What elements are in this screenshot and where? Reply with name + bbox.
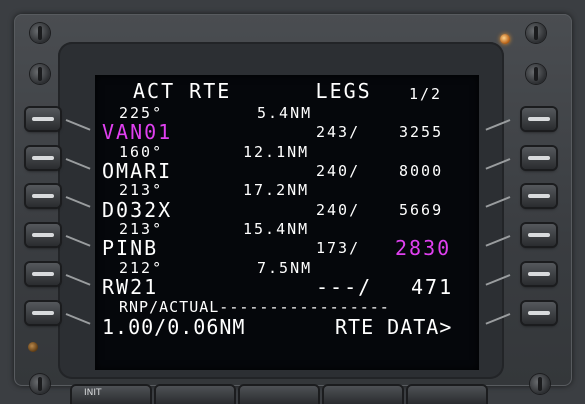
leg-2-altitude[interactable]: 8000 xyxy=(399,162,443,180)
screw-icon xyxy=(30,374,50,394)
screw-icon xyxy=(30,23,50,43)
leg-3-speed[interactable]: 240/ xyxy=(316,201,360,219)
leg-5-altitude[interactable]: 471 xyxy=(411,275,453,299)
lsk-6r-button[interactable] xyxy=(522,302,556,324)
lsk-5l-button[interactable] xyxy=(26,263,60,285)
leg-1-distance: 5.4NM xyxy=(257,104,313,122)
leg-2-speed[interactable]: 240/ xyxy=(316,162,360,180)
screw-icon xyxy=(526,23,546,43)
leg-3-course: 213° xyxy=(119,181,164,199)
annunciator-lamp-icon xyxy=(28,342,38,352)
leg-3-waypoint[interactable]: D032X xyxy=(102,198,172,222)
page-title: ACT RTE LEGS xyxy=(133,79,372,103)
leg-1-waypoint[interactable]: VAN01 xyxy=(102,120,172,144)
leg-4-distance: 15.4NM xyxy=(243,220,310,238)
lsk-5r-button[interactable] xyxy=(522,263,556,285)
leg-5-distance: 7.5NM xyxy=(257,259,313,277)
page-number: 1/2 xyxy=(409,85,443,103)
lsk-1r-button[interactable] xyxy=(522,108,556,130)
lsk-6l-button[interactable] xyxy=(26,302,60,324)
leg-1-altitude[interactable]: 3255 xyxy=(399,123,443,141)
lsk-3r-button[interactable] xyxy=(522,185,556,207)
function-key-button[interactable] xyxy=(324,386,402,404)
lsk-2l-button[interactable] xyxy=(26,147,60,169)
leg-2-waypoint[interactable]: OMARI xyxy=(102,159,172,183)
rnp-actual-label: RNP/ACTUAL----------------- xyxy=(119,298,390,316)
function-key-button[interactable] xyxy=(240,386,318,404)
leg-4-speed[interactable]: 173/ xyxy=(316,239,360,257)
leg-4-waypoint[interactable]: PINB xyxy=(102,236,158,260)
leg-5-speed[interactable]: ---/ xyxy=(316,275,372,299)
screw-icon xyxy=(530,374,550,394)
init-ref-key-label: INIT xyxy=(84,388,102,398)
lsk-4l-button[interactable] xyxy=(26,224,60,246)
lsk-3l-button[interactable] xyxy=(26,185,60,207)
leg-5-waypoint[interactable]: RW21 xyxy=(102,275,158,299)
leg-1-speed[interactable]: 243/ xyxy=(316,123,360,141)
screw-icon xyxy=(30,64,50,84)
lsk-2r-button[interactable] xyxy=(522,147,556,169)
leg-3-distance: 17.2NM xyxy=(243,181,310,199)
function-key-button[interactable] xyxy=(408,386,486,404)
leg-3-altitude[interactable]: 5669 xyxy=(399,201,443,219)
annunciator-lamp-icon xyxy=(500,34,510,44)
cdu-screen: ACT RTE LEGS 1/2 225° 5.4NM VAN01 243/ 3… xyxy=(95,75,479,370)
screw-icon xyxy=(526,64,546,84)
leg-4-altitude[interactable]: 2830 xyxy=(395,236,451,260)
init-ref-key-button[interactable]: INIT xyxy=(72,386,150,404)
lsk-1l-button[interactable] xyxy=(26,108,60,130)
function-key-button[interactable] xyxy=(156,386,234,404)
rnp-actual-value: 1.00/0.06NM xyxy=(102,315,246,339)
rte-data-prompt[interactable]: RTE DATA> xyxy=(335,315,452,339)
leg-2-distance: 12.1NM xyxy=(243,143,310,161)
lsk-4r-button[interactable] xyxy=(522,224,556,246)
